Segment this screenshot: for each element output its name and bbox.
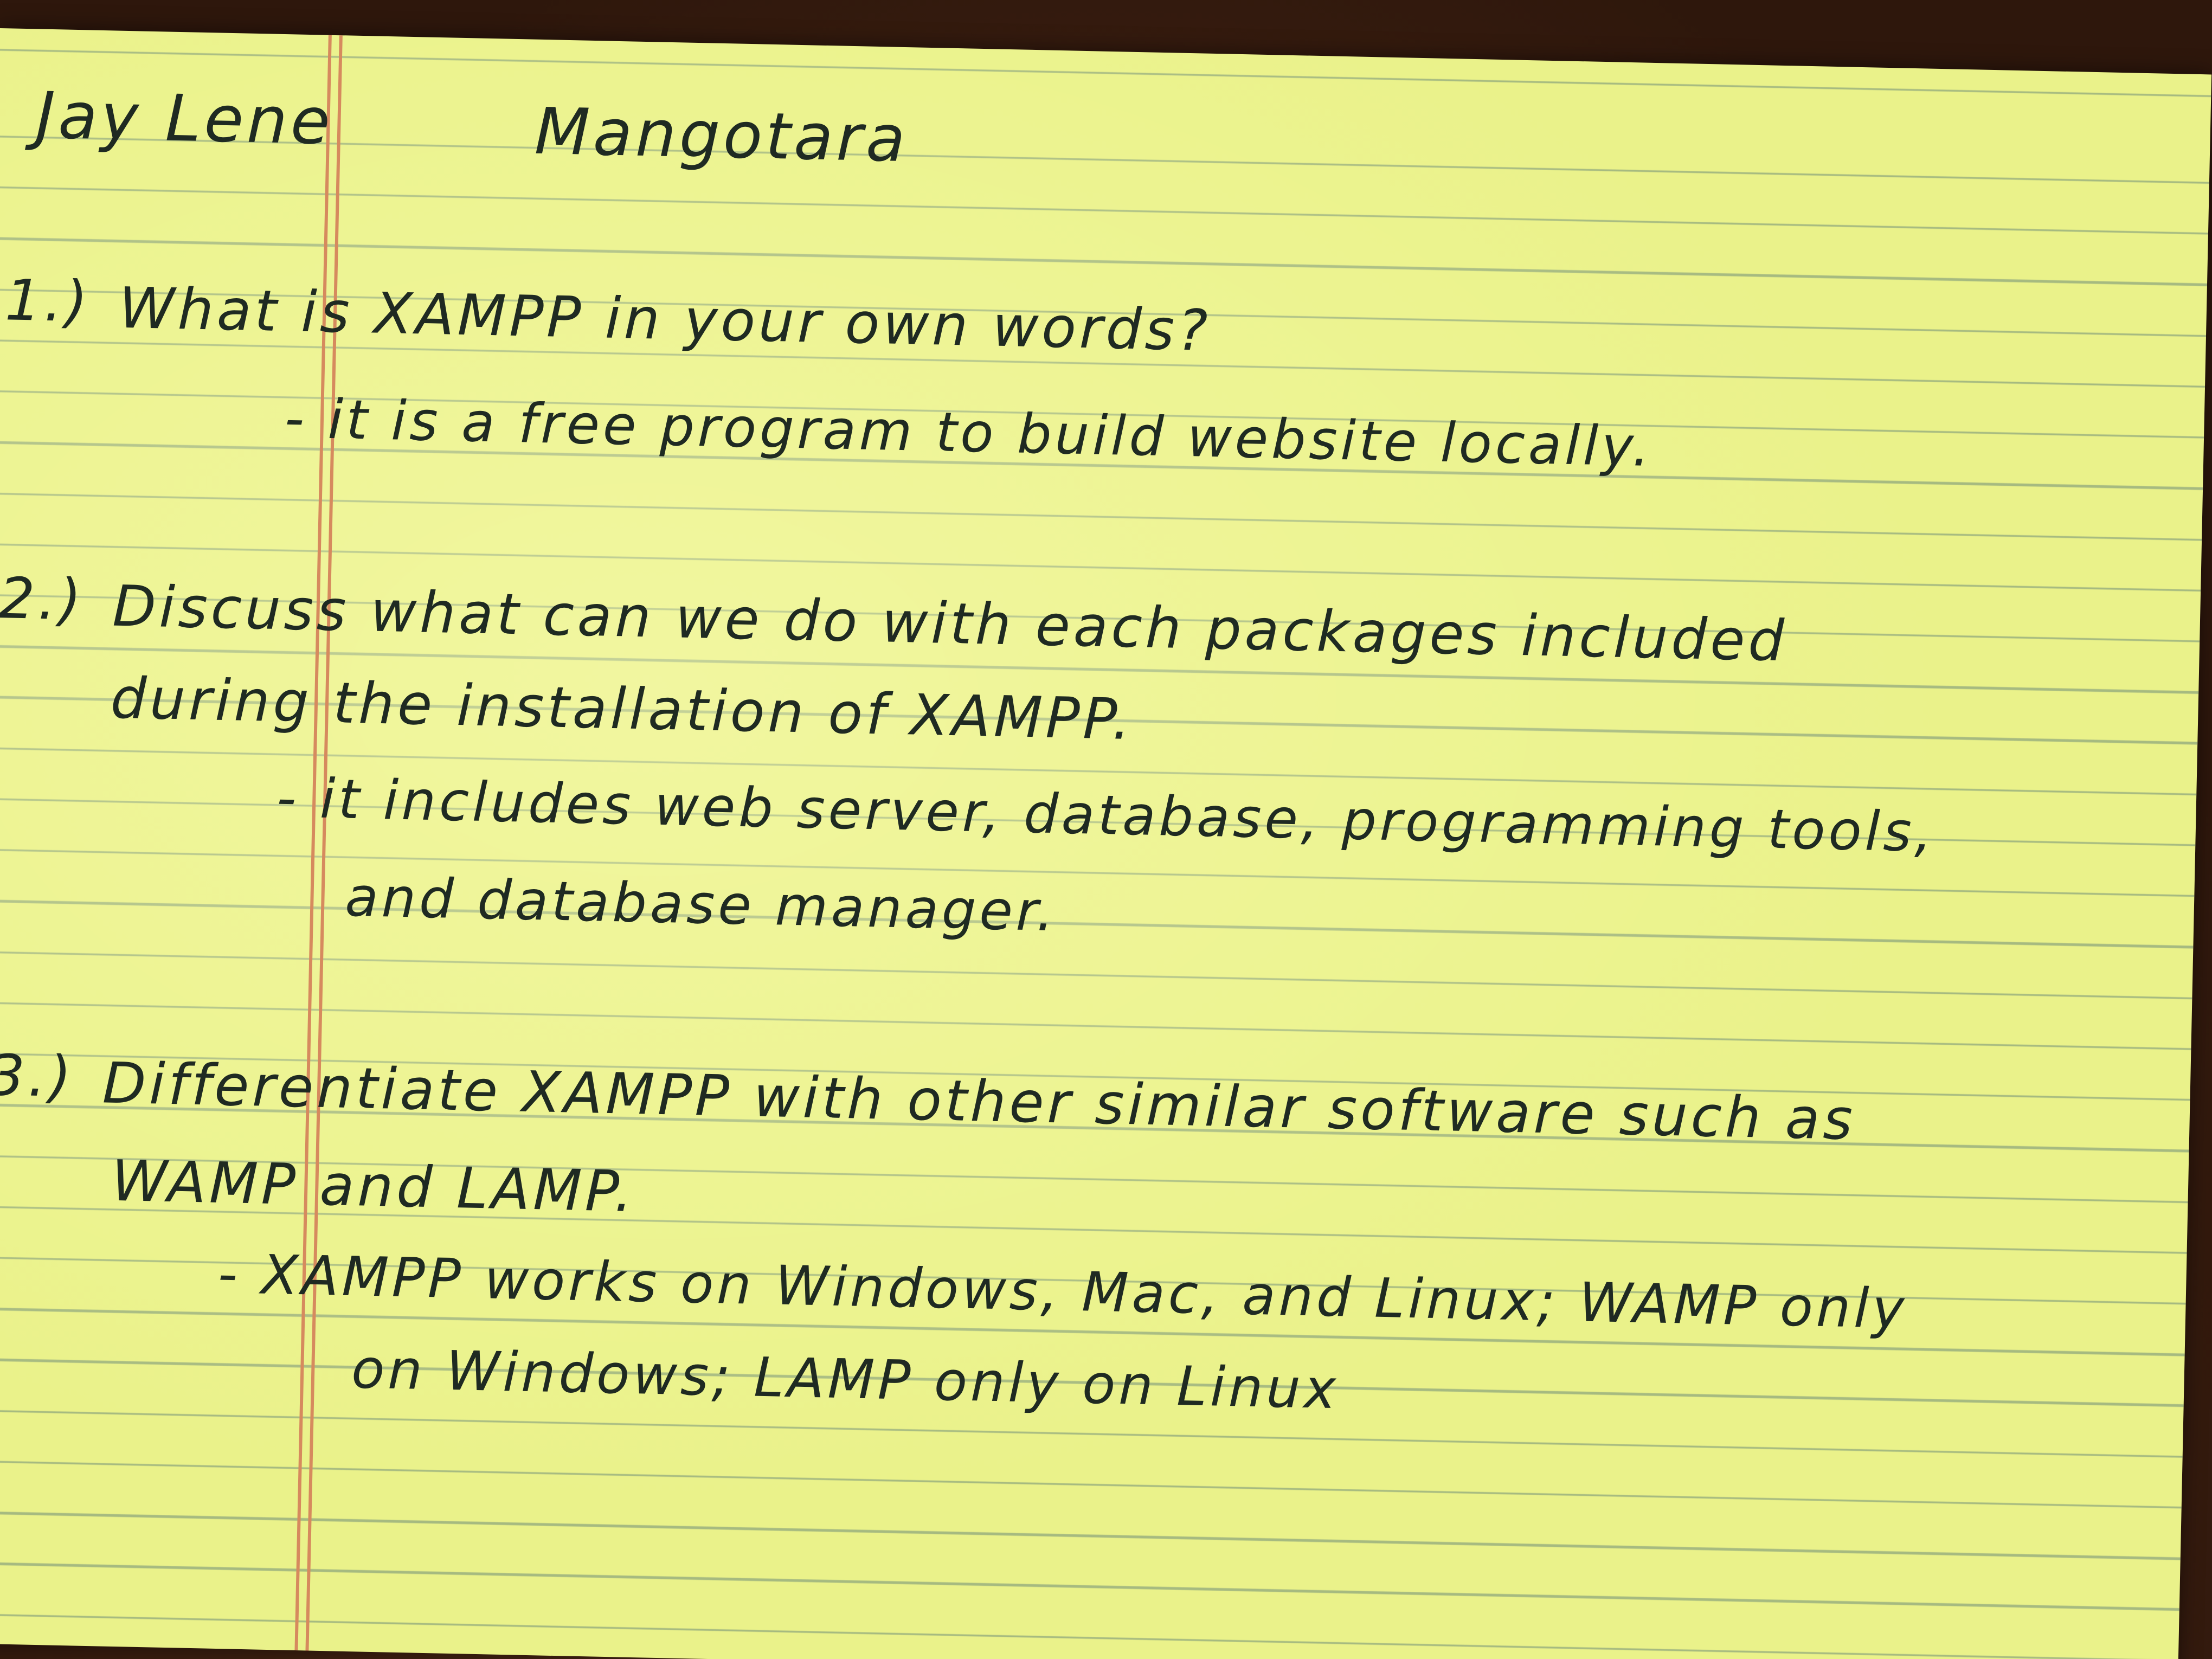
question-3-text-line-1: Differentiate XAMPP with other similar s…	[102, 1050, 1857, 1153]
student-first-name: Jay Lene	[35, 78, 335, 159]
photo-scene: Jay Lene Mangotara 1.) What is XAMPP in …	[0, 0, 2212, 1659]
question-2-text-line-1: Discuss what can we do with each package…	[112, 573, 1788, 674]
question-3-text-line-2: WAMP and LAMP.	[111, 1147, 636, 1225]
question-2-text-line-2: during the installation of XAMPP.	[110, 665, 1135, 753]
question-1-answer: - it is a free program to build website …	[284, 387, 1654, 479]
question-3-answer-line-2: on Windows; LAMP only on Linux	[351, 1337, 1340, 1422]
question-1-text: What is XAMPP in your own words?	[118, 274, 1212, 364]
yellow-legal-pad-page: Jay Lene Mangotara 1.) What is XAMPP in …	[0, 28, 2212, 1659]
question-2-answer-line-1: - it includes web server, database, prog…	[276, 766, 1936, 865]
question-3-number: 3.)	[0, 1042, 75, 1110]
question-3-answer-line-1: - XAMPP works on Windows, Mac, and Linux…	[217, 1242, 1908, 1341]
student-last-name: Mangotara	[533, 93, 909, 177]
question-1-number: 1.)	[4, 267, 92, 335]
question-2-number: 2.)	[0, 565, 86, 633]
question-2-answer-line-2: and database manager.	[344, 865, 1058, 944]
